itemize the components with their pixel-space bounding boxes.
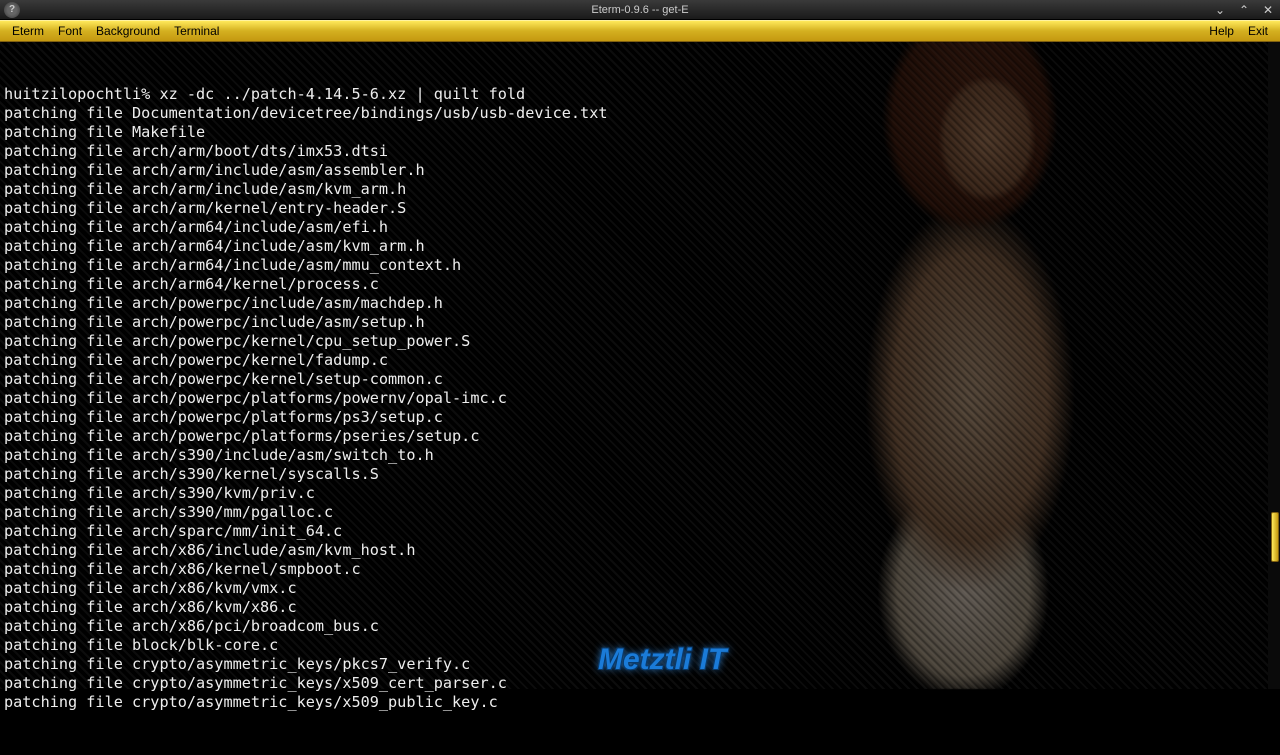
terminal-line: patching file arch/s390/kernel/syscalls.…: [4, 465, 1276, 484]
close-button[interactable]: ✕: [1260, 3, 1276, 17]
terminal-line: patching file arch/x86/kvm/x86.c: [4, 598, 1276, 617]
window-title: Eterm-0.9.6 -- get-E: [591, 4, 688, 16]
menu-eterm[interactable]: Eterm: [6, 22, 50, 40]
terminal-line: patching file arch/arm/include/asm/assem…: [4, 161, 1276, 180]
terminal-line: patching file arch/x86/include/asm/kvm_h…: [4, 541, 1276, 560]
terminal-line: patching file arch/arm64/include/asm/efi…: [4, 218, 1276, 237]
menu-font[interactable]: Font: [52, 22, 88, 40]
terminal-line: patching file arch/powerpc/platforms/ps3…: [4, 408, 1276, 427]
terminal-area[interactable]: huitzilopochtli% xz -dc ../patch-4.14.5-…: [0, 42, 1280, 689]
terminal-line: patching file arch/powerpc/kernel/cpu_se…: [4, 332, 1276, 351]
scrollbar-track[interactable]: [1268, 42, 1280, 689]
terminal-line: patching file arch/arm/boot/dts/imx53.dt…: [4, 142, 1276, 161]
terminal-line: patching file arch/arm64/kernel/process.…: [4, 275, 1276, 294]
maximize-button[interactable]: ⌃: [1236, 3, 1252, 17]
minimize-button[interactable]: ⌄: [1212, 3, 1228, 17]
watermark-text: Metztli IT: [598, 643, 726, 677]
menubar-left: Eterm Font Background Terminal: [6, 22, 225, 40]
terminal-line: patching file arch/powerpc/platforms/pow…: [4, 389, 1276, 408]
terminal-line: patching file arch/powerpc/include/asm/m…: [4, 294, 1276, 313]
menu-help[interactable]: Help: [1203, 22, 1240, 40]
terminal-line: patching file Documentation/devicetree/b…: [4, 104, 1276, 123]
terminal-line: patching file arch/powerpc/include/asm/s…: [4, 313, 1276, 332]
terminal-line: patching file crypto/asymmetric_keys/x50…: [4, 693, 1276, 712]
terminal-line: patching file arch/arm/include/asm/kvm_a…: [4, 180, 1276, 199]
menu-terminal[interactable]: Terminal: [168, 22, 225, 40]
menubar: Eterm Font Background Terminal Help Exit: [0, 20, 1280, 42]
terminal-line: patching file arch/powerpc/platforms/pse…: [4, 427, 1276, 446]
menubar-right: Help Exit: [1203, 22, 1274, 40]
window-controls: ⌄ ⌃ ✕: [1212, 3, 1276, 17]
terminal-line: patching file arch/arm64/include/asm/mmu…: [4, 256, 1276, 275]
terminal-line: patching file arch/s390/include/asm/swit…: [4, 446, 1276, 465]
app-icon: ?: [4, 2, 20, 18]
scrollbar-thumb[interactable]: [1271, 512, 1279, 562]
terminal-line: patching file arch/x86/kvm/vmx.c: [4, 579, 1276, 598]
terminal-line: patching file arch/powerpc/kernel/fadump…: [4, 351, 1276, 370]
terminal-line: patching file arch/x86/pci/broadcom_bus.…: [4, 617, 1276, 636]
terminal-line: patching file arch/s390/mm/pgalloc.c: [4, 503, 1276, 522]
prompt-line: huitzilopochtli% xz -dc ../patch-4.14.5-…: [4, 85, 1276, 104]
terminal-line: patching file arch/sparc/mm/init_64.c: [4, 522, 1276, 541]
terminal-line: patching file arch/powerpc/kernel/setup-…: [4, 370, 1276, 389]
terminal-line: patching file Makefile: [4, 123, 1276, 142]
terminal-line: patching file arch/arm64/include/asm/kvm…: [4, 237, 1276, 256]
menu-background[interactable]: Background: [90, 22, 166, 40]
window-titlebar: ? Eterm-0.9.6 -- get-E ⌄ ⌃ ✕: [0, 0, 1280, 20]
terminal-line: patching file arch/x86/kernel/smpboot.c: [4, 560, 1276, 579]
menu-exit[interactable]: Exit: [1242, 22, 1274, 40]
terminal-line: patching file arch/arm/kernel/entry-head…: [4, 199, 1276, 218]
terminal-line: patching file arch/s390/kvm/priv.c: [4, 484, 1276, 503]
